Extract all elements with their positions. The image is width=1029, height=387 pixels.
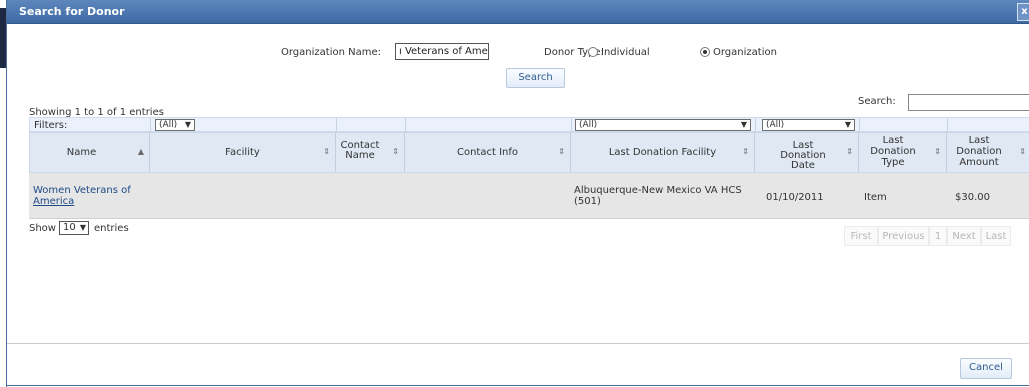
filter-date-select[interactable]: (All) ▼ [762,119,855,131]
sort-icon: ⇕ [1019,147,1026,156]
pagination-page[interactable]: 1 [929,226,947,246]
filter-divider [571,118,572,132]
organization-label: Organization [713,47,777,58]
footer-divider [7,343,1029,344]
sort-icon: ⇕ [323,147,330,156]
filter-divider [405,118,406,132]
filter-divider [150,118,151,132]
chevron-down-icon: ▼ [844,120,851,129]
table-header: Name ▲ Facility ⇕ Contact Name ⇕ Contact… [29,132,1029,173]
pagination-previous[interactable]: Previous [878,226,929,246]
dialog-bottom-border [7,385,1029,386]
pagination-first[interactable]: First [844,226,878,246]
column-header-last-donation-facility[interactable]: Last Donation Facility ⇕ [571,133,755,172]
dialog-title: Search for Donor [19,5,125,18]
length-show-label: Show [29,223,56,234]
sort-icon: ⇕ [742,147,749,156]
column-header-contact-name[interactable]: Contact Name ⇕ [336,133,405,172]
column-header-last-donation-date[interactable]: Last Donation Date ⇕ [755,133,859,172]
filter-facility-select[interactable]: (All) ▼ [575,119,751,131]
column-header-last-donation-type[interactable]: Last Donation Type ⇕ [859,133,947,172]
sort-icon: ⇕ [392,147,399,156]
sort-icon: ⇕ [934,147,941,156]
chevron-down-icon: ▼ [740,120,747,129]
chevron-down-icon: ▼ [79,223,86,232]
org-name-label: Organization Name: [281,47,381,58]
search-donor-dialog: Search for Donor x Organization Name: ı … [6,0,1029,387]
individual-label: Individual [601,47,650,58]
filter-divider [336,118,337,132]
org-name-input[interactable]: ı Veterans of Ameri| [395,43,489,60]
cell-last-donation-facility: Albuquerque-New Mexico VA HCS (501) [574,185,742,207]
individual-radio[interactable] [588,47,598,57]
filters-label: Filters: [34,120,68,131]
filter-divider [947,118,948,132]
length-entries-label: entries [94,223,129,234]
organization-radio[interactable] [700,47,710,57]
search-button[interactable]: Search [506,68,565,88]
filter-divider [859,118,860,132]
cancel-button[interactable]: Cancel [960,358,1012,379]
column-header-last-donation-amount[interactable]: Last Donation Amount ⇕ [947,133,1029,172]
column-header-contact-info[interactable]: Contact Info ⇕ [405,133,571,172]
table-row[interactable]: Women Veterans of America Albuquerque-Ne… [29,173,1029,219]
filter-divider [755,118,756,132]
cell-last-donation-date: 01/10/2011 [766,192,824,203]
column-header-facility[interactable]: Facility ⇕ [150,133,336,172]
close-icon[interactable]: x [1017,3,1029,21]
column-header-name[interactable]: Name ▲ [30,133,150,172]
sort-ascending-icon: ▲ [137,147,144,156]
sort-icon: ⇕ [558,147,565,156]
pagination-next[interactable]: Next [947,226,981,246]
cell-last-donation-type: Item [864,192,887,203]
sort-icon: ⇕ [846,147,853,156]
cell-last-donation-amount: $30.00 [955,192,990,203]
page-length-select[interactable]: 10 ▼ [59,221,89,235]
filter-name-select[interactable]: (All) ▼ [155,119,195,131]
table-search-input[interactable] [908,94,1029,111]
dialog-titlebar[interactable]: Search for Donor x [7,0,1029,24]
filters-row: Filters: (All) ▼ (All) ▼ (All) ▼ [29,117,1029,132]
table-search-label: Search: [858,96,896,107]
chevron-down-icon: ▼ [184,120,191,129]
donor-name-link[interactable]: Women Veterans of America [33,185,131,207]
pagination-last[interactable]: Last [981,226,1011,246]
